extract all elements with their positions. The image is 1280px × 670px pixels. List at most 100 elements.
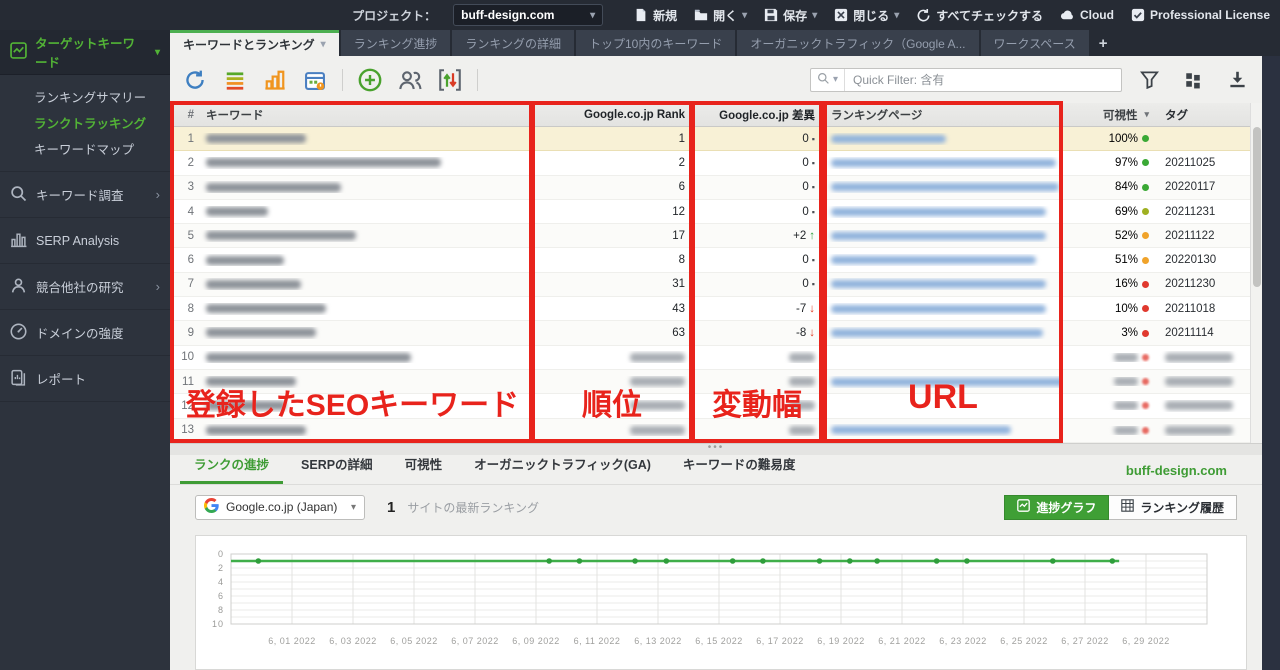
blurred-text — [831, 377, 1062, 386]
sidebar-subitem-3[interactable]: キーワードマップ — [0, 135, 170, 161]
svg-text:4: 4 — [218, 577, 224, 587]
topbar-button-2[interactable]: 開く ▾ — [694, 7, 747, 24]
table-row-8[interactable]: 8 43 -7 ↓ 10% 20211018 — [172, 297, 1250, 322]
topbar-button-7[interactable]: Professional License — [1131, 8, 1270, 22]
detail-tab-3[interactable]: 可視性 — [391, 448, 457, 484]
svg-text:6, 03 2022: 6, 03 2022 — [329, 636, 377, 646]
topbar-button-3[interactable]: 保存 ▾ — [764, 7, 817, 24]
quick-filter-input[interactable] — [845, 72, 1121, 87]
sidebar-item-4[interactable]: ドメインの強度 — [0, 310, 170, 356]
add-tab-button[interactable]: + — [1091, 30, 1116, 56]
col-header-page[interactable]: ランキングページ — [823, 107, 1062, 123]
search-engine-select[interactable]: Google.co.jp (Japan) ▾ — [195, 494, 365, 520]
chevron-down-icon: ▾ — [590, 9, 596, 21]
blurred-text — [630, 352, 685, 362]
sidebar-item-1[interactable]: キーワード調査 › — [0, 172, 170, 218]
sidebar-item-2[interactable]: SERP Analysis — [0, 218, 170, 264]
sidebar-item-5[interactable]: レポート — [0, 356, 170, 402]
license-check-icon — [1131, 8, 1145, 22]
detail-tab-2[interactable]: SERPの詳細 — [287, 448, 387, 484]
sidebar-item-target-keywords[interactable]: ターゲットキーワード ▾ — [0, 30, 170, 75]
visibility-dot — [1142, 329, 1149, 337]
col-header-visibility[interactable]: 可視性 ▾ — [1062, 107, 1157, 123]
table-scrollbar[interactable] — [1250, 103, 1262, 443]
blurred-text — [789, 352, 815, 362]
blurred-text — [831, 256, 1036, 265]
tab-5[interactable]: オーガニックトラフィック（Google A... — [737, 30, 979, 56]
people-icon[interactable] — [397, 67, 423, 93]
download-icon[interactable] — [1224, 67, 1250, 93]
table-row-7[interactable]: 7 31 0 ▪ 16% 20211230 — [172, 272, 1250, 298]
table-row-13[interactable]: 13 — [172, 418, 1250, 443]
rank-cell: 1 — [678, 132, 685, 145]
blurred-text — [1165, 352, 1233, 362]
table-row-1[interactable]: 1 1 0 ▪ 100% — [172, 127, 1250, 152]
bar-chart-orange-icon[interactable] — [262, 67, 288, 93]
visibility-dot — [1142, 135, 1149, 143]
sidebar-subitem-2[interactable]: ランクトラッキング — [0, 109, 170, 135]
visibility-dot — [1142, 232, 1149, 240]
blurred-text — [1165, 401, 1233, 411]
col-header-rank[interactable]: Google.co.jp Rank — [533, 109, 693, 121]
tag-cell: 20220117 — [1165, 181, 1216, 194]
visibility-cell: 84% — [1062, 181, 1157, 193]
blurred-text — [206, 207, 268, 216]
chevron-right-icon: › — [155, 279, 160, 294]
topbar-button-4[interactable]: 閉じる ▾ — [834, 7, 899, 24]
col-header-num[interactable]: # — [172, 109, 198, 121]
calendar-bell-icon[interactable] — [302, 67, 328, 93]
table-row-10[interactable]: 10 — [172, 345, 1250, 370]
project-select[interactable]: buff-design.com ▾ — [453, 4, 604, 26]
detail-tab-1[interactable]: ランクの進捗 — [180, 448, 284, 484]
tab-2[interactable]: ランキング進捗 — [340, 30, 451, 56]
col-header-diff[interactable]: Google.co.jp 差異 — [693, 107, 823, 123]
table-row-6[interactable]: 6 8 0 ▪ 51% 20220130 — [172, 248, 1250, 273]
visibility-cell: 10% — [1062, 303, 1157, 315]
table-scrollbar-thumb[interactable] — [1253, 127, 1261, 287]
plus-circle-icon[interactable] — [357, 67, 383, 93]
table-row-4[interactable]: 4 12 0 ▪ 69% 20211231 — [172, 199, 1250, 225]
tab-6[interactable]: ワークスペース — [980, 30, 1089, 56]
tag-cell: 20211230 — [1165, 278, 1216, 291]
table-row-12[interactable]: 12 — [172, 394, 1250, 419]
table-row-3[interactable]: 3 6 0 ▪ 84% 20220117 — [172, 175, 1250, 200]
table-row-2[interactable]: 2 2 0 ▪ 97% 20211025 — [172, 151, 1250, 176]
visibility-cell: 51% — [1062, 254, 1157, 266]
ranking-history-button[interactable]: ランキング履歴 — [1109, 494, 1237, 520]
row-number: 10 — [181, 351, 194, 364]
ranking-page-cell — [823, 206, 1062, 218]
diff-cell — [693, 376, 823, 388]
sidebar-subitem-1[interactable]: ランキングサマリー — [0, 83, 170, 109]
col-header-visibility-label: 可視性 — [1102, 109, 1138, 122]
grid4-icon[interactable] — [1180, 67, 1206, 93]
col-header-keyword[interactable]: キーワード — [198, 107, 533, 123]
keyword-cell — [198, 206, 533, 218]
keyword-cell — [198, 424, 533, 436]
funnel-icon[interactable] — [1136, 67, 1162, 93]
keyword-cell — [198, 157, 533, 169]
col-header-tag[interactable]: タグ — [1157, 107, 1250, 123]
detail-tab-5[interactable]: キーワードの難易度 — [669, 448, 810, 484]
person-icon — [10, 277, 27, 297]
progress-graph-button[interactable]: 進捗グラフ — [1004, 494, 1110, 520]
color-bars-icon[interactable] — [222, 67, 248, 93]
table-row-5[interactable]: 5 17 +2 ↑ 52% 20211122 — [172, 224, 1250, 249]
topbar-button-5[interactable]: すべてチェックする — [916, 7, 1043, 24]
sidebar-item-3[interactable]: 競合他社の研究 › — [0, 264, 170, 310]
refresh-icon[interactable] — [182, 67, 208, 93]
tab-4[interactable]: トップ10内のキーワード — [576, 30, 736, 56]
topbar-button-1[interactable]: 新規 — [634, 7, 677, 24]
tab-3[interactable]: ランキングの詳細 — [452, 30, 574, 56]
svg-text:6, 05 2022: 6, 05 2022 — [390, 636, 438, 646]
new-file-icon — [634, 8, 648, 22]
tag-cell — [1157, 424, 1250, 436]
quick-filter-scope-button[interactable]: ▾ — [811, 68, 846, 91]
topbar-button-6[interactable]: Cloud — [1060, 8, 1114, 23]
table-row-11[interactable]: 11 — [172, 369, 1250, 395]
tab-1[interactable]: キーワードとランキング ▾ — [170, 30, 339, 56]
table-row-9[interactable]: 9 63 -8 ↓ 3% 20211114 — [172, 321, 1250, 346]
detail-tab-4[interactable]: オーガニックトラフィック(GA) — [460, 448, 665, 484]
diff-cell: 0 ▪ — [802, 205, 815, 218]
import-export-icon[interactable] — [437, 67, 463, 93]
blurred-text — [831, 426, 1011, 435]
